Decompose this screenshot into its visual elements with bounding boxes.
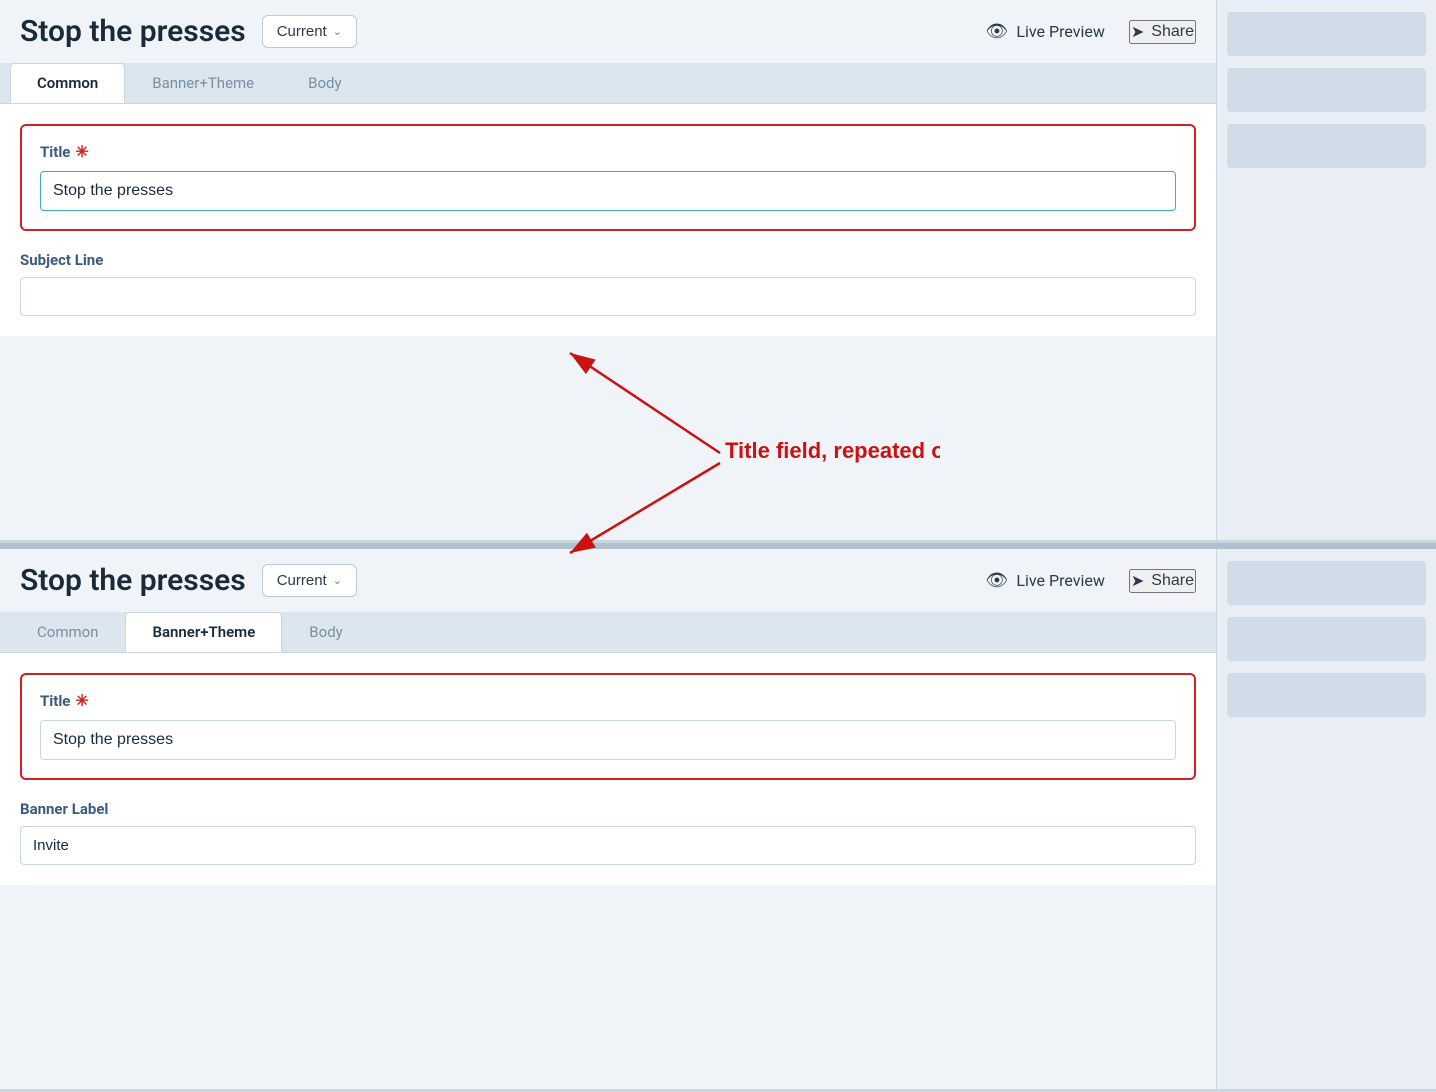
live-preview-btn-top[interactable]: 👁 Live Preview bbox=[986, 21, 1105, 42]
current-label-bottom: Current bbox=[277, 572, 327, 589]
current-dropdown-bottom[interactable]: Current ⌄ bbox=[262, 564, 357, 597]
header-bottom: Stop the presses Current ⌄ 👁 Live Previe… bbox=[0, 549, 1216, 612]
required-star-top: ✳ bbox=[75, 142, 88, 161]
tabs-bottom: Common Banner+Theme Body bbox=[0, 612, 1216, 652]
sidebar-item-3-top bbox=[1227, 124, 1426, 168]
content-area-top: Title ✳ Subject Line bbox=[0, 103, 1216, 336]
sidebar-item-1-top bbox=[1227, 12, 1426, 56]
tab-common-bottom[interactable]: Common bbox=[10, 612, 125, 652]
header-right-top: 👁 Live Preview ➤ Share bbox=[986, 20, 1196, 44]
tab-banner-theme-top[interactable]: Banner+Theme bbox=[125, 63, 281, 103]
share-btn-bottom[interactable]: ➤ Share bbox=[1129, 569, 1196, 593]
eye-icon-bottom: 👁 bbox=[986, 570, 1009, 591]
share-arrow-icon-top: ➤ bbox=[1131, 22, 1144, 42]
right-sidebar-top bbox=[1216, 0, 1436, 540]
page-title-bottom: Stop the presses bbox=[20, 563, 246, 598]
chevron-down-icon-bottom: ⌄ bbox=[333, 574, 342, 587]
live-preview-btn-bottom[interactable]: 👁 Live Preview bbox=[986, 570, 1105, 591]
sidebar-item-1-bottom bbox=[1227, 561, 1426, 605]
subject-line-input-top[interactable] bbox=[20, 277, 1196, 316]
eye-icon-top: 👁 bbox=[986, 21, 1009, 42]
header-right-bottom: 👁 Live Preview ➤ Share bbox=[986, 569, 1196, 593]
page-title-top: Stop the presses bbox=[20, 14, 246, 49]
sidebar-item-3-bottom bbox=[1227, 673, 1426, 717]
current-dropdown-top[interactable]: Current ⌄ bbox=[262, 15, 357, 48]
header-top: Stop the presses Current ⌄ 👁 Live Previe… bbox=[0, 0, 1216, 63]
title-label-bottom: Title ✳ bbox=[40, 691, 1176, 710]
content-area-bottom: Title ✳ Banner Label bbox=[0, 652, 1216, 885]
sidebar-item-2-bottom bbox=[1227, 617, 1426, 661]
banner-label-input-bottom[interactable] bbox=[20, 826, 1196, 865]
right-sidebar-bottom bbox=[1216, 549, 1436, 1089]
title-input-bottom[interactable] bbox=[40, 720, 1176, 760]
sidebar-item-2-top bbox=[1227, 68, 1426, 112]
banner-label-label-bottom: Banner Label bbox=[20, 800, 1196, 818]
subject-line-section-top: Subject Line bbox=[20, 251, 1196, 316]
live-preview-label-top: Live Preview bbox=[1016, 22, 1105, 41]
chevron-down-icon-top: ⌄ bbox=[333, 25, 342, 38]
share-label-bottom: Share bbox=[1151, 572, 1194, 590]
title-red-box-bottom: Title ✳ bbox=[20, 673, 1196, 780]
tabs-top: Common Banner+Theme Body bbox=[0, 63, 1216, 103]
title-red-box-top: Title ✳ bbox=[20, 124, 1196, 231]
tab-common-top[interactable]: Common bbox=[10, 63, 125, 103]
title-input-top[interactable] bbox=[40, 171, 1176, 211]
banner-label-section-bottom: Banner Label bbox=[20, 800, 1196, 865]
required-star-bottom: ✳ bbox=[75, 691, 88, 710]
tab-body-bottom[interactable]: Body bbox=[282, 612, 369, 652]
title-label-top: Title ✳ bbox=[40, 142, 1176, 161]
current-label-top: Current bbox=[277, 23, 327, 40]
live-preview-label-bottom: Live Preview bbox=[1016, 571, 1105, 590]
share-arrow-icon-bottom: ➤ bbox=[1131, 571, 1144, 591]
share-label-top: Share bbox=[1151, 23, 1194, 41]
subject-line-label-top: Subject Line bbox=[20, 251, 1196, 269]
share-btn-top[interactable]: ➤ Share bbox=[1129, 20, 1196, 44]
tab-body-top[interactable]: Body bbox=[281, 63, 368, 103]
tab-banner-theme-bottom[interactable]: Banner+Theme bbox=[125, 612, 282, 652]
